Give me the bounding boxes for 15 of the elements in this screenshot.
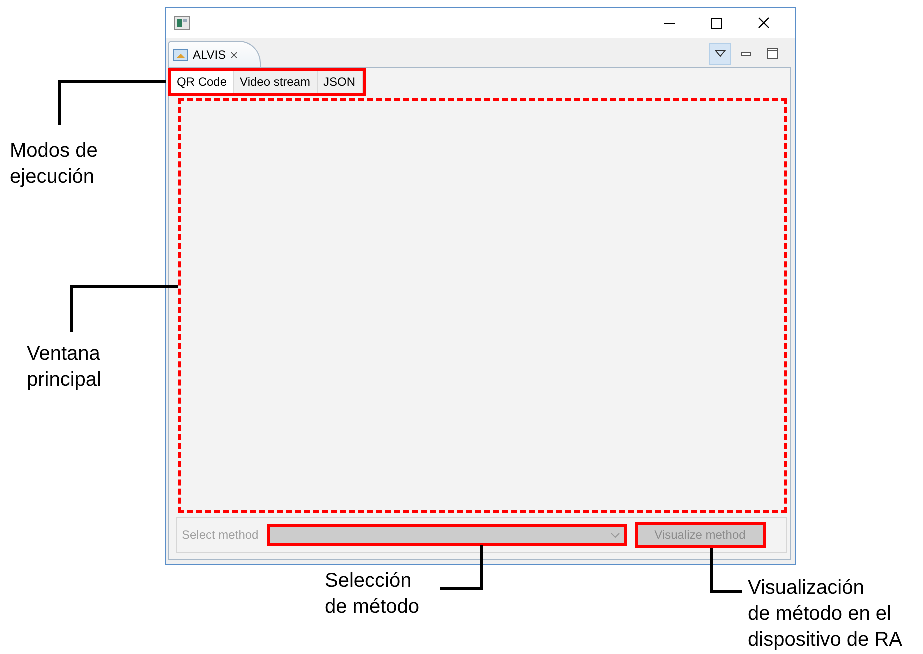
select-method-label: Select method [182, 528, 259, 542]
annotation-label: Modos de ejecución [10, 139, 98, 190]
chevron-down-icon [610, 532, 620, 538]
close-icon[interactable] [758, 17, 770, 29]
view-icon [173, 48, 189, 62]
view-menu-icon[interactable] [709, 42, 731, 64]
annotation-label: Ventana principal [27, 342, 102, 393]
app-icon [174, 16, 190, 30]
minimize-icon[interactable] [664, 22, 675, 24]
maximize-icon[interactable] [711, 18, 722, 28]
annotation-label: Selección de método [325, 569, 420, 620]
annotation-label: Visualización de método en el dispositivo de RA [748, 576, 903, 653]
close-tab-icon[interactable]: × [230, 46, 238, 62]
mode-tab[interactable]: QR Code [171, 71, 234, 93]
view-tab[interactable]: ALVIS × [168, 41, 262, 67]
